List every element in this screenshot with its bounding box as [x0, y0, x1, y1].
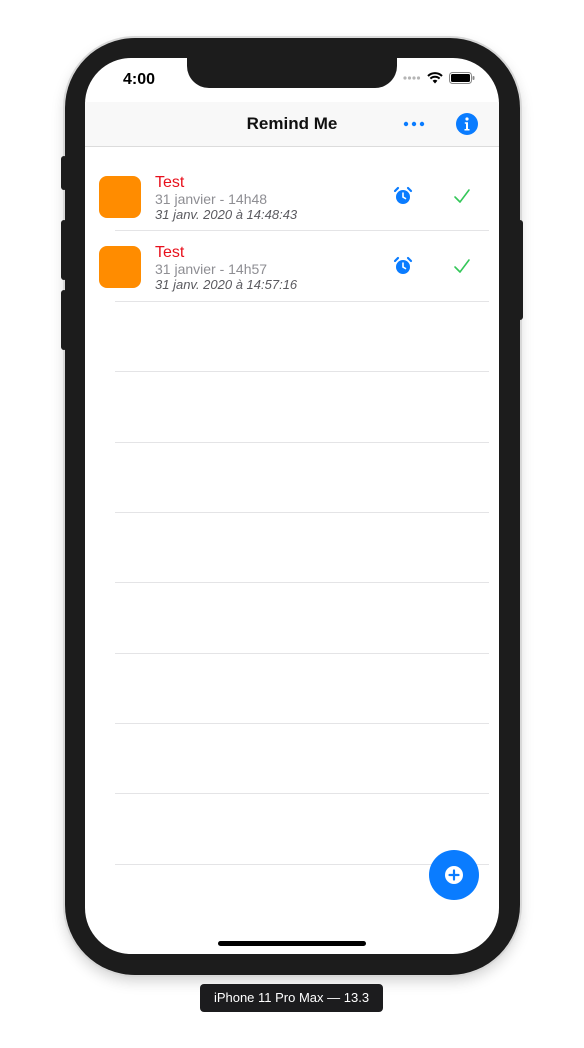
home-indicator [218, 941, 366, 946]
status-icons [403, 72, 475, 84]
reminder-row[interactable]: Test 31 janvier - 14h57 31 janv. 2020 à … [85, 230, 499, 300]
info-button[interactable] [455, 112, 479, 136]
row-separator [115, 371, 489, 372]
add-reminder-button[interactable] [429, 850, 479, 900]
reminder-thumbnail [99, 176, 141, 218]
battery-icon [449, 72, 475, 84]
reminder-row[interactable]: Test 31 janvier - 14h48 31 janv. 2020 à … [85, 160, 499, 230]
reminder-subtitle: 31 janvier - 14h57 [155, 261, 268, 277]
reminder-subtitle: 31 janvier - 14h48 [155, 191, 268, 207]
page-title: Remind Me [246, 114, 338, 133]
volume-down-button [61, 290, 67, 350]
reminder-date: 31 janv. 2020 à 14:57:16 [155, 277, 298, 292]
ellipsis-icon [403, 121, 425, 127]
info-icon [456, 113, 478, 135]
reminder-title: Test [155, 174, 185, 191]
row-separator [115, 582, 489, 583]
reminder-thumbnail [99, 246, 141, 288]
status-time: 4:00 [123, 71, 156, 88]
row-separator [115, 442, 489, 443]
app-screen: 4:00 Remind Me Test 31 janvier - 14h48 3… [85, 58, 499, 954]
alarm-clock-icon[interactable] [393, 186, 413, 206]
checkmark-icon[interactable] [453, 187, 471, 205]
mute-switch [61, 156, 67, 190]
checkmark-icon[interactable] [453, 257, 471, 275]
plus-circle-icon [445, 866, 463, 884]
device-label: iPhone 11 Pro Max — 13.3 [200, 984, 383, 1012]
alarm-clock-icon[interactable] [393, 256, 413, 276]
reminder-date: 31 janv. 2020 à 14:48:43 [155, 207, 298, 222]
row-separator [115, 512, 489, 513]
navigation-bar: Remind Me [85, 102, 499, 147]
row-separator [115, 301, 489, 302]
row-separator [115, 793, 489, 794]
wifi-icon [427, 72, 443, 84]
row-separator [115, 723, 489, 724]
row-separator [115, 653, 489, 654]
more-button[interactable] [401, 112, 427, 136]
reminder-title: Test [155, 244, 185, 261]
volume-up-button [61, 220, 67, 280]
power-button [517, 220, 523, 320]
signal-icon [403, 76, 421, 80]
notch [187, 58, 397, 88]
